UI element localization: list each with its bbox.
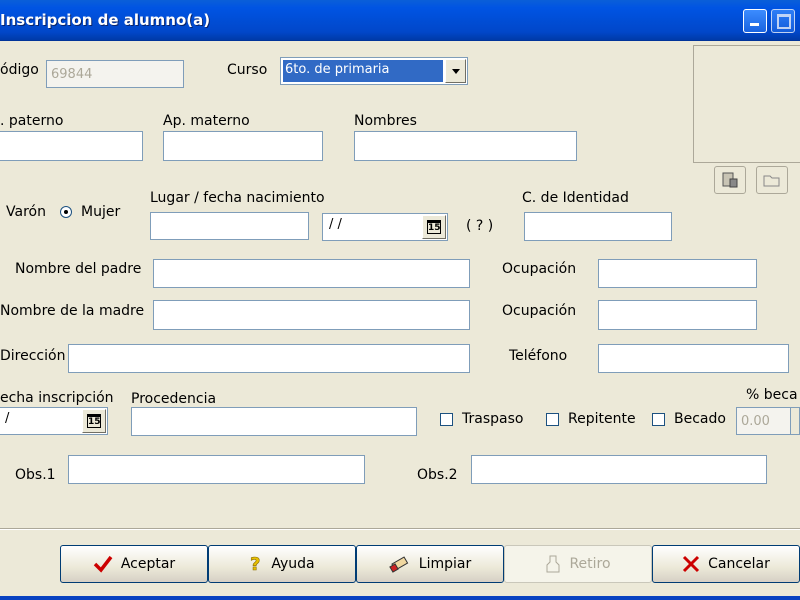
fecha-nacimiento-input[interactable]: / / 15 bbox=[322, 213, 448, 241]
direccion-input[interactable] bbox=[68, 344, 470, 373]
madre-input[interactable] bbox=[153, 300, 470, 330]
ci-input[interactable] bbox=[524, 212, 672, 241]
telefono-label: Teléfono bbox=[509, 348, 568, 364]
lugar-nacimiento-input[interactable] bbox=[150, 212, 309, 240]
padre-label: Nombre del padre bbox=[15, 261, 142, 277]
becado-label[interactable]: Becado bbox=[674, 411, 726, 427]
procedencia-label: Procedencia bbox=[131, 391, 217, 407]
procedencia-input[interactable] bbox=[131, 407, 417, 436]
nombres-label: Nombres bbox=[354, 113, 417, 129]
fecha-nacimiento-value: / / bbox=[329, 217, 342, 232]
fecha-inscripcion-value: / bbox=[5, 411, 10, 426]
codigo-label: ódigo bbox=[0, 62, 39, 78]
fecha-inscripcion-label: echa inscripción bbox=[0, 390, 114, 406]
beca-spinner[interactable] bbox=[790, 407, 800, 435]
maximize-button[interactable] bbox=[771, 9, 795, 33]
repitente-label[interactable]: Repitente bbox=[568, 411, 636, 427]
madre-label: Nombre de la madre bbox=[0, 303, 145, 319]
radio-varon-label[interactable]: Varón bbox=[6, 204, 46, 220]
becado-checkbox[interactable] bbox=[652, 413, 665, 426]
retiro-icon bbox=[546, 555, 560, 573]
ap-materno-input[interactable] bbox=[163, 131, 323, 161]
folder-icon bbox=[763, 175, 780, 187]
help-hint[interactable]: ( ? ) bbox=[466, 218, 493, 234]
fecha-inscripcion-input[interactable]: / 15 bbox=[0, 407, 108, 435]
repitente-checkbox[interactable] bbox=[546, 413, 559, 426]
cancelar-button[interactable]: Cancelar bbox=[652, 545, 800, 583]
ayuda-label: Ayuda bbox=[271, 556, 315, 572]
x-icon bbox=[683, 555, 700, 573]
cancelar-label: Cancelar bbox=[708, 556, 770, 572]
photo-capture-button[interactable] bbox=[714, 166, 746, 194]
window-bottom-border bbox=[0, 596, 800, 600]
ayuda-button[interactable]: ? Ayuda bbox=[208, 545, 356, 583]
ocupacion-madre-input[interactable] bbox=[598, 300, 757, 330]
lugar-fecha-label: Lugar / fecha nacimiento bbox=[150, 190, 325, 206]
radio-mujer-label[interactable]: Mujer bbox=[81, 204, 120, 220]
minimize-button[interactable] bbox=[743, 9, 767, 33]
obs2-label: Obs.2 bbox=[417, 467, 458, 483]
calendar-button[interactable]: 15 bbox=[82, 409, 106, 433]
curso-selected-value: 6to. de primaria bbox=[282, 59, 444, 83]
aceptar-label: Aceptar bbox=[120, 556, 176, 572]
ocupacion-madre-label: Ocupación bbox=[502, 303, 577, 319]
svg-text:?: ? bbox=[250, 554, 260, 574]
retiro-button[interactable]: Retiro bbox=[504, 545, 652, 583]
retiro-label: Retiro bbox=[569, 556, 611, 572]
scanner-icon bbox=[722, 172, 738, 188]
ap-paterno-input[interactable] bbox=[0, 131, 143, 161]
photo-frame bbox=[693, 45, 800, 163]
nombres-input[interactable] bbox=[354, 131, 577, 161]
ocupacion-padre-label: Ocupación bbox=[502, 261, 577, 277]
traspaso-checkbox[interactable] bbox=[440, 413, 453, 426]
maximize-icon bbox=[777, 14, 791, 29]
obs2-input[interactable] bbox=[471, 455, 767, 484]
ci-label: C. de Identidad bbox=[522, 190, 629, 206]
minimize-icon bbox=[750, 23, 759, 26]
obs1-input[interactable] bbox=[68, 455, 365, 484]
ocupacion-padre-input[interactable] bbox=[598, 259, 757, 288]
window-title: Inscripcion de alumno(a) bbox=[0, 11, 211, 29]
codigo-input[interactable] bbox=[46, 60, 184, 88]
photo-open-button[interactable] bbox=[756, 166, 788, 194]
calendar-icon: 15 bbox=[87, 414, 101, 428]
limpiar-label: Limpiar bbox=[418, 556, 472, 572]
direccion-label: Dirección bbox=[0, 348, 66, 364]
eraser-icon bbox=[388, 556, 409, 573]
traspaso-label[interactable]: Traspaso bbox=[462, 411, 523, 427]
curso-select[interactable]: 6to. de primaria bbox=[280, 57, 468, 85]
calendar-icon: 15 bbox=[427, 220, 441, 234]
beca-input[interactable] bbox=[736, 407, 798, 435]
calendar-button[interactable]: 15 bbox=[422, 215, 446, 239]
ap-paterno-label: . paterno bbox=[0, 113, 64, 129]
divider bbox=[0, 528, 800, 530]
padre-input[interactable] bbox=[153, 259, 470, 288]
beca-label: % beca bbox=[746, 387, 798, 403]
obs1-label: Obs.1 bbox=[15, 467, 56, 483]
checkmark-icon bbox=[93, 555, 113, 573]
limpiar-button[interactable]: Limpiar bbox=[356, 545, 504, 583]
ap-materno-label: Ap. materno bbox=[163, 113, 250, 129]
radio-mujer[interactable] bbox=[60, 206, 72, 218]
curso-label: Curso bbox=[227, 62, 268, 78]
chevron-down-icon[interactable] bbox=[445, 59, 466, 83]
telefono-input[interactable] bbox=[598, 344, 789, 373]
question-icon: ? bbox=[250, 554, 261, 574]
aceptar-button[interactable]: Aceptar bbox=[60, 545, 208, 583]
title-bar[interactable]: Inscripcion de alumno(a) bbox=[0, 0, 800, 41]
